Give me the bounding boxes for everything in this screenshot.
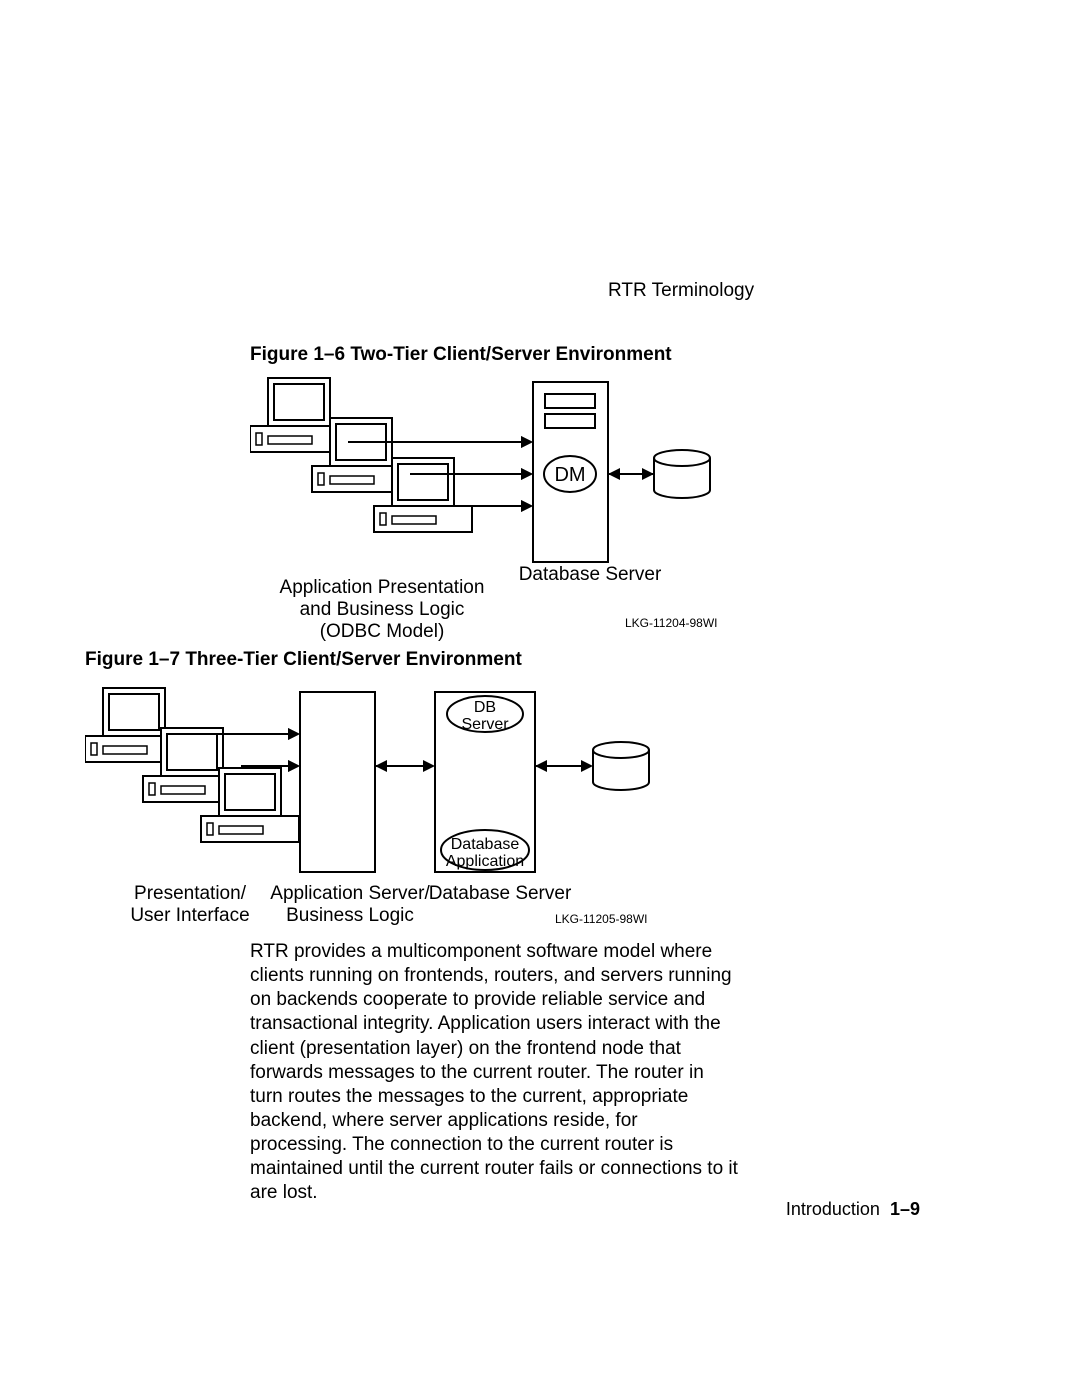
presentation-label: Presentation/ User Interface [115,883,265,927]
page-footer: Introduction 1–9 [786,1199,920,1220]
figure-1-7-caption: Figure 1–7 Three-Tier Client/Server Envi… [85,649,522,671]
db-server-box-label: DB Server [450,700,520,734]
page: RTR Terminology Figure 1–6 Two-Tier Clie… [0,0,1080,1397]
svg-text:DM: DM [554,464,585,486]
figure-1-6-caption: Figure 1–6 Two-Tier Client/Server Enviro… [250,344,672,366]
db-app-box-label: Database Application [440,837,530,871]
client-label: Application Presentation and Business Lo… [272,577,492,643]
database-server-label-2: Database Server [425,883,575,905]
figure-1-7-lkg: LKG-11205-98WI [555,912,648,926]
database-server-label: Database Server [510,564,670,586]
section-header: RTR Terminology [608,280,754,302]
figure-1-6-diagram: DM Database Server Application Presentat… [250,370,730,635]
figure-1-6-lkg: LKG-11204-98WI [625,616,718,630]
app-server-label: Application Server/ Business Logic [265,883,435,927]
figure-1-7-diagram: DB Server Database Application Presentat… [85,680,660,930]
body-paragraph: RTR provides a multicomponent software m… [250,940,738,1205]
